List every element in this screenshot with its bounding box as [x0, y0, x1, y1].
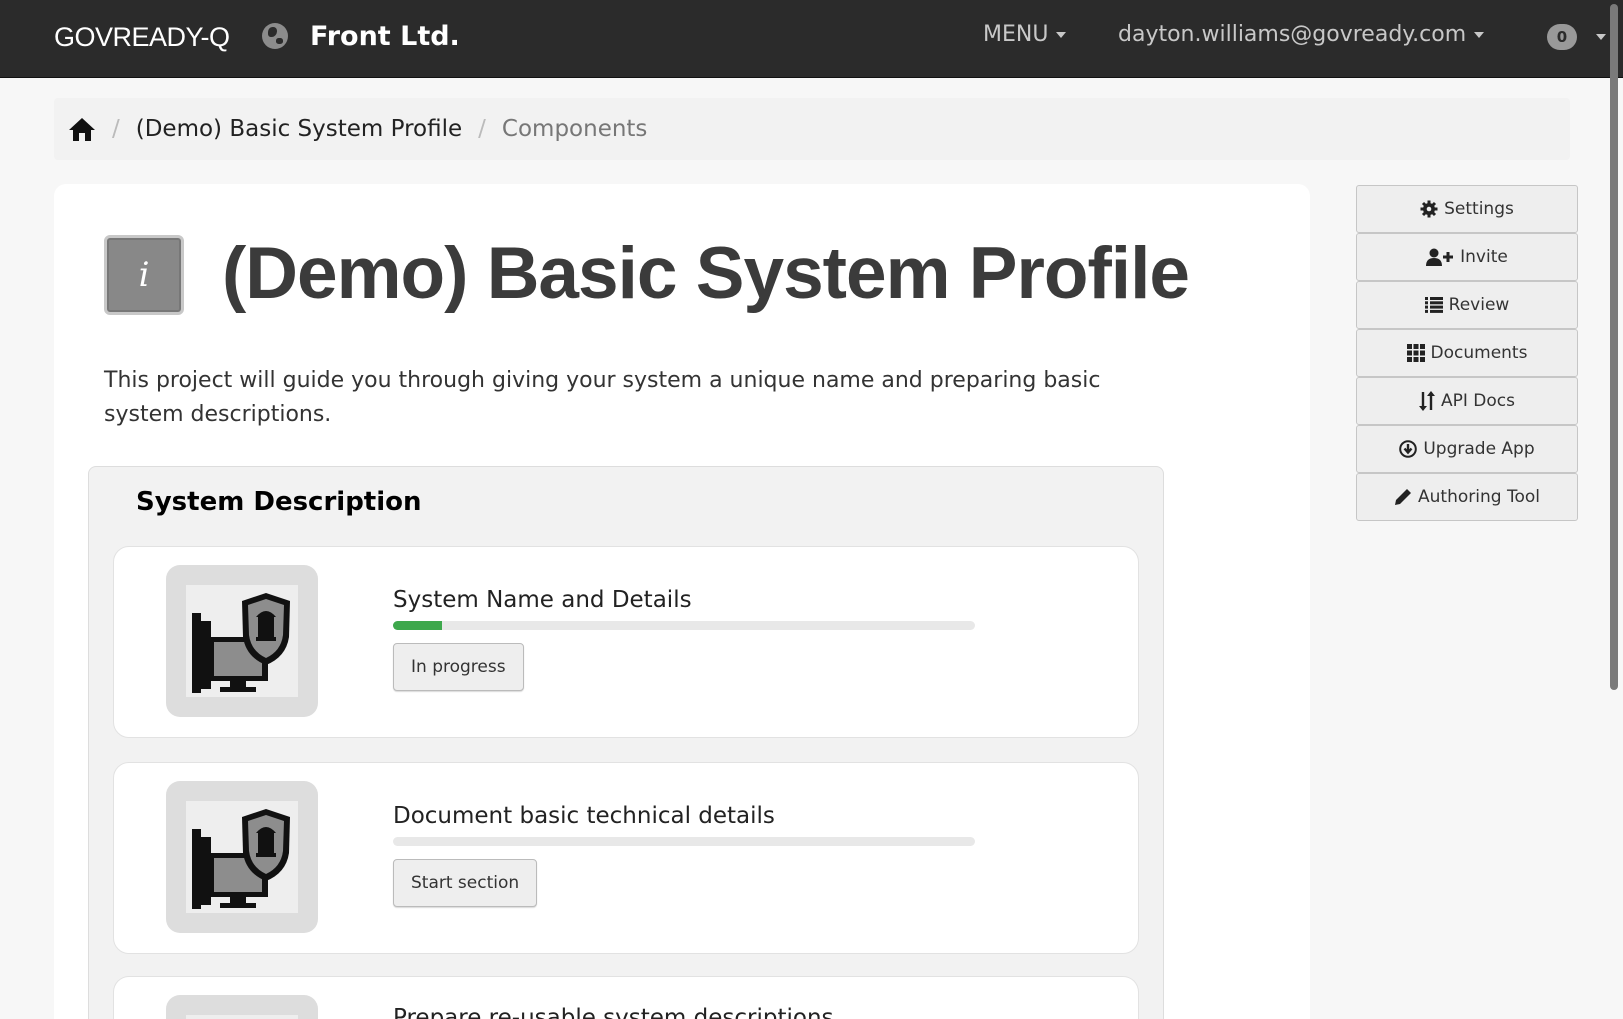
- start-section-button[interactable]: Start section: [393, 859, 538, 907]
- computer-shield-icon: [192, 809, 290, 909]
- progress-fill: [393, 621, 443, 630]
- organization-name[interactable]: Front Ltd.: [310, 21, 460, 52]
- page-description: This project will guide you through givi…: [104, 368, 1101, 427]
- scrollbar-thumb[interactable]: [1610, 4, 1618, 690]
- project-actions-sidebar: Settings Invite Review Documents API Doc…: [1356, 185, 1578, 521]
- documents-button[interactable]: Documents: [1356, 329, 1578, 377]
- section-title: System Description: [136, 487, 422, 517]
- task-icon: [166, 565, 318, 717]
- settings-button[interactable]: Settings: [1356, 185, 1578, 233]
- authoring-tool-label: Authoring Tool: [1418, 487, 1540, 507]
- gear-icon: [1420, 200, 1438, 218]
- breadcrumb-separator: /: [112, 116, 120, 142]
- brand-logo[interactable]: GOVREADY-Q: [54, 22, 230, 53]
- user-menu-dropdown[interactable]: dayton.williams@govready.com: [1118, 22, 1485, 47]
- task-icon: [166, 781, 318, 933]
- invite-label: Invite: [1460, 247, 1508, 267]
- task-card[interactable]: System Name and Details In progress: [113, 546, 1139, 738]
- breadcrumb: / (Demo) Basic System Profile / Componen…: [54, 98, 1570, 160]
- top-navbar: GOVREADY-Q Front Ltd. MENU dayton.willia…: [0, 0, 1623, 78]
- task-progress-bar: [393, 621, 975, 630]
- user-plus-icon: [1426, 248, 1454, 266]
- upgrade-app-label: Upgrade App: [1423, 439, 1535, 459]
- task-icon: [166, 995, 318, 1019]
- user-email: dayton.williams@govready.com: [1118, 22, 1467, 47]
- pencil-icon: [1395, 489, 1412, 505]
- download-circle-icon: [1399, 440, 1418, 458]
- invite-button[interactable]: Invite: [1356, 233, 1578, 281]
- info-icon: i: [104, 235, 184, 315]
- globe-icon[interactable]: [262, 23, 288, 49]
- documents-label: Documents: [1430, 343, 1528, 363]
- grid-icon: [1406, 344, 1425, 362]
- chevron-down-icon[interactable]: [1596, 34, 1606, 40]
- settings-label: Settings: [1444, 199, 1514, 219]
- computer-shield-icon: [192, 593, 290, 693]
- api-docs-button[interactable]: API Docs: [1356, 377, 1578, 425]
- page-title: (Demo) Basic System Profile: [222, 233, 1190, 314]
- authoring-tool-button[interactable]: Authoring Tool: [1356, 473, 1578, 521]
- task-progress-bar: [393, 837, 975, 846]
- breadcrumb-current: Components: [501, 116, 648, 142]
- menu-dropdown[interactable]: MENU: [983, 22, 1067, 47]
- notification-badge[interactable]: 0: [1547, 24, 1577, 50]
- upgrade-app-button[interactable]: Upgrade App: [1356, 425, 1578, 473]
- home-icon[interactable]: [68, 116, 96, 142]
- api-docs-label: API Docs: [1441, 391, 1515, 411]
- task-card[interactable]: Document basic technical details Start s…: [113, 762, 1139, 954]
- chevron-down-icon: [1474, 32, 1485, 38]
- task-title[interactable]: System Name and Details: [393, 587, 692, 613]
- in-progress-button[interactable]: In progress: [393, 643, 524, 691]
- menu-label: MENU: [983, 22, 1049, 47]
- task-title[interactable]: Document basic technical details: [393, 803, 775, 829]
- review-label: Review: [1448, 295, 1510, 315]
- task-card[interactable]: Prepare re-usable system descriptions: [113, 976, 1139, 1019]
- chevron-down-icon: [1056, 32, 1067, 38]
- review-button[interactable]: Review: [1356, 281, 1578, 329]
- breadcrumb-separator: /: [478, 116, 486, 142]
- task-title[interactable]: Prepare re-usable system descriptions: [393, 1005, 834, 1019]
- sort-icon: [1419, 391, 1435, 411]
- breadcrumb-project-link[interactable]: (Demo) Basic System Profile: [136, 116, 462, 142]
- list-icon: [1424, 297, 1443, 313]
